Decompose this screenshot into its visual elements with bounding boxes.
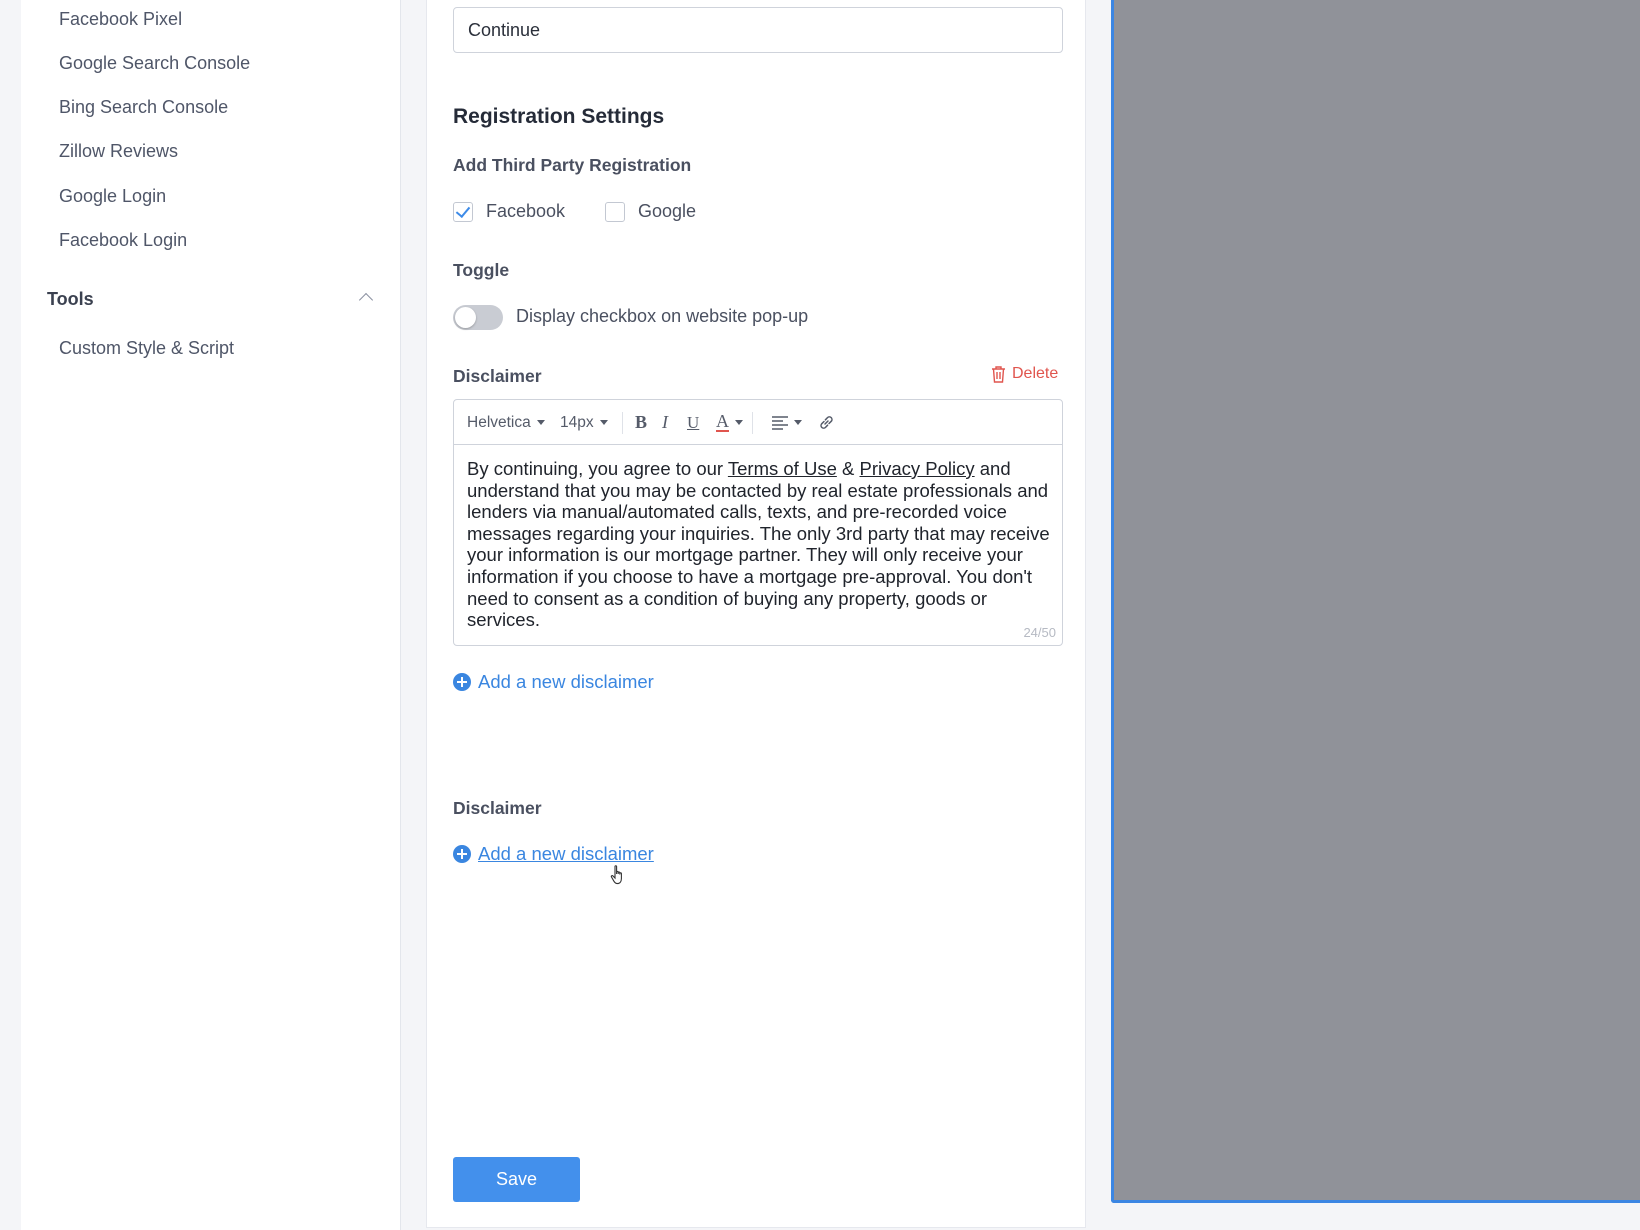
toggle-title: Toggle	[453, 260, 510, 280]
toggle-knob	[455, 307, 476, 328]
trash-icon	[992, 366, 1005, 383]
bold-icon[interactable]: B	[635, 400, 647, 445]
save-button[interactable]: Save	[453, 1157, 580, 1202]
privacy-policy-link[interactable]: Privacy Policy	[859, 458, 974, 479]
sidebar-item-facebook-pixel[interactable]: Facebook Pixel	[59, 9, 182, 30]
disclaimer-editor[interactable]: Helvetica 14px B I U A By continuing, yo…	[453, 399, 1063, 646]
third-party-registration-label: Add Third Party Registration	[453, 155, 692, 175]
terms-of-use-link[interactable]: Terms of Use	[728, 458, 837, 479]
font-size-select[interactable]: 14px	[560, 400, 608, 445]
delete-label: Delete	[1012, 365, 1059, 382]
text-color-select[interactable]: A	[716, 400, 743, 445]
sidebar-item-custom-style-script[interactable]: Custom Style & Script	[59, 338, 234, 359]
toggle-label: Display checkbox on website pop-up	[516, 306, 809, 326]
google-checkbox-label[interactable]: Google	[638, 201, 696, 222]
character-counter: 24/50	[1023, 625, 1056, 640]
disclaimer-2-title: Disclaimer	[453, 798, 542, 818]
sidebar: Facebook Pixel Google Search Console Bin…	[21, 0, 401, 1230]
chevron-down-icon	[536, 420, 545, 425]
add-disclaimer-label-2: Add a new disclaimer	[478, 843, 654, 864]
chevron-up-icon[interactable]	[358, 292, 374, 308]
font-family-select[interactable]: Helvetica	[467, 400, 545, 445]
add-disclaimer-button-2[interactable]: Add a new disclaimer	[453, 843, 654, 865]
disclaimer-text-start: By continuing, you agree to our	[467, 458, 728, 479]
sidebar-item-google-login[interactable]: Google Login	[59, 186, 166, 207]
editor-toolbar: Helvetica 14px B I U A	[454, 400, 1062, 445]
chevron-down-icon	[735, 420, 743, 425]
chevron-down-icon	[794, 420, 802, 425]
toolbar-divider	[752, 412, 753, 434]
disclaimer-title: Disclaimer	[453, 366, 542, 386]
facebook-checkbox-label[interactable]: Facebook	[486, 201, 565, 222]
disclaimer-ampersand: &	[836, 458, 860, 479]
sidebar-item-facebook-login[interactable]: Facebook Login	[59, 230, 187, 251]
google-checkbox[interactable]	[605, 202, 625, 222]
add-disclaimer-button[interactable]: Add a new disclaimer	[453, 671, 654, 693]
disclaimer-text[interactable]: By continuing, you agree to our Terms of…	[467, 458, 1057, 631]
align-select[interactable]	[772, 400, 802, 445]
registration-settings-title: Registration Settings	[453, 105, 665, 128]
disclaimer-text-end: and understand that you may be contacted…	[467, 458, 1050, 631]
link-icon	[820, 416, 833, 429]
sidebar-item-google-search-console[interactable]: Google Search Console	[59, 53, 250, 74]
add-disclaimer-label: Add a new disclaimer	[478, 671, 654, 692]
toolbar-divider	[622, 412, 623, 434]
delete-disclaimer-button[interactable]: Delete	[991, 365, 1058, 383]
settings-panel: Registration Settings Add Third Party Re…	[426, 0, 1086, 1228]
font-size-value: 14px	[560, 413, 594, 431]
sidebar-item-zillow-reviews[interactable]: Zillow Reviews	[59, 141, 178, 162]
underline-icon[interactable]: U	[687, 400, 699, 445]
preview-panel	[1111, 0, 1640, 1203]
button-text-input[interactable]	[453, 7, 1063, 53]
popup-checkbox-toggle[interactable]	[453, 305, 503, 330]
plus-circle-icon	[453, 673, 471, 691]
chevron-down-icon	[599, 420, 608, 425]
font-family-value: Helvetica	[467, 413, 531, 431]
plus-circle-icon	[453, 845, 471, 863]
insert-link-button[interactable]	[818, 400, 835, 445]
text-color-icon: A	[716, 411, 729, 432]
align-left-icon	[772, 415, 788, 430]
facebook-checkbox[interactable]	[453, 202, 473, 222]
sidebar-section-tools[interactable]: Tools	[47, 289, 94, 310]
italic-icon[interactable]: I	[662, 400, 668, 445]
sidebar-item-bing-search-console[interactable]: Bing Search Console	[59, 97, 228, 118]
